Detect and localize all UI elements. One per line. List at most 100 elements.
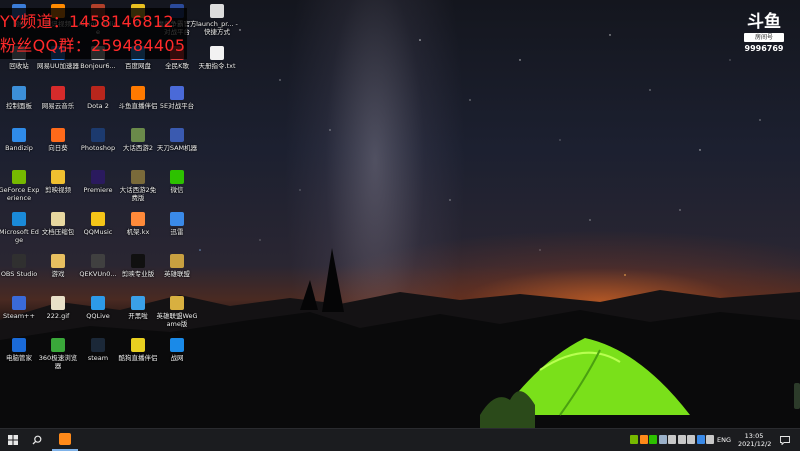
desktop-icon[interactable]: 360极速浏览器 — [37, 338, 79, 370]
desktop-icon[interactable]: 开黑啦 — [117, 296, 159, 320]
qqlive-icon — [91, 296, 105, 310]
lol-icon — [170, 254, 184, 268]
desktop-icon[interactable]: 大话西游2免费版 — [117, 170, 159, 202]
desktop-icon[interactable]: 大话西游2 — [117, 128, 159, 152]
desktop-icon[interactable]: 文档压缩包 — [37, 212, 79, 236]
desktop-icon[interactable]: Photoshop — [77, 128, 119, 152]
desktop-icon[interactable]: OBS Studio — [0, 254, 40, 278]
desktop-icon-label: 酷狗直播伴侣 — [118, 354, 158, 362]
clock[interactable]: 13:05 2021/12/2 — [738, 432, 771, 448]
lol-wegame-icon — [170, 296, 184, 310]
desktop-icon[interactable]: Premiere — [77, 170, 119, 194]
display-tray-icon[interactable] — [687, 435, 695, 444]
5e-icon — [170, 86, 184, 100]
desktop-icon[interactable]: launch_pr... - 快捷方式 — [196, 4, 238, 36]
edge-icon — [12, 212, 26, 226]
desktop-icon[interactable]: Bandizip — [0, 128, 40, 152]
wechat-tray-icon[interactable] — [649, 435, 657, 444]
notification-button[interactable] — [775, 429, 795, 451]
desktop-icon[interactable]: 英雄联盟WeGame版 — [156, 296, 198, 328]
desktop-icon-label: Bonjour6... — [80, 62, 116, 70]
desktop-icon[interactable]: 战网 — [156, 338, 198, 362]
side-panel-handle[interactable] — [794, 383, 800, 409]
desktop-icon-label: GeForce Experience — [0, 186, 40, 202]
desktop-icon[interactable]: 天刀SAM机器 — [156, 128, 198, 152]
desktop-icon-label: 回收站 — [9, 62, 29, 70]
desktop-icon-label: 开黑啦 — [128, 312, 148, 320]
wechat-icon — [170, 170, 184, 184]
desktop-icon-label: QEKVUn0... — [79, 270, 117, 278]
desktop-icon[interactable]: 酷狗直播伴侣 — [117, 338, 159, 362]
desktop-icon[interactable]: 机架.kx — [117, 212, 159, 236]
archive-icon — [51, 212, 65, 226]
desktop-icon-label: OBS Studio — [0, 270, 38, 278]
desktop-icon[interactable]: 向日葵 — [37, 128, 79, 152]
sunflower-icon — [51, 128, 65, 142]
desktop-icon[interactable]: GeForce Experience — [0, 170, 40, 202]
folder-icon — [51, 254, 65, 268]
desktop-icon[interactable]: Dota 2 — [77, 86, 119, 110]
desktop-icon[interactable]: 微信 — [156, 170, 198, 194]
dota2-icon — [91, 86, 105, 100]
steam-icon — [91, 338, 105, 352]
desktop-icon-label: 全民K歌 — [165, 62, 189, 70]
desktop-icon[interactable]: 控制面板 — [0, 86, 40, 110]
desktop-icon-label: 向日葵 — [48, 144, 68, 152]
desktop-icon[interactable]: QQLive — [77, 296, 119, 320]
microphone-tray-icon[interactable] — [668, 435, 676, 444]
obs-icon — [12, 254, 26, 268]
desktop-icon[interactable]: 斗鱼直播伴侣 — [117, 86, 159, 110]
desktop-icon[interactable]: 游戏 — [37, 254, 79, 278]
desktop-icon[interactable]: 5E对战平台 — [156, 86, 198, 110]
search-button[interactable] — [26, 429, 48, 451]
security-tray-icon[interactable] — [696, 435, 705, 444]
desktop-icon[interactable]: 天册指令.txt — [196, 46, 238, 70]
desktop-icon-label: 剪映视频 — [45, 186, 71, 194]
overlay-qq-group: 粉丝QQ群：259484405 — [0, 36, 186, 55]
qqmusic-icon — [91, 212, 105, 226]
overlay-yy-channel: YY频道：1458146812 — [0, 12, 174, 31]
desktop-icon[interactable]: QEKVUn0... — [77, 254, 119, 278]
desktop-icon-label: Premiere — [83, 186, 113, 194]
network-tray-icon[interactable] — [658, 435, 667, 444]
desktop-icon[interactable]: 剪映专业版 — [117, 254, 159, 278]
windows-start-icon — [8, 435, 18, 445]
desktop-icon-label: 文档压缩包 — [41, 228, 75, 236]
dahua2-icon — [131, 128, 145, 142]
desktop-icon[interactable]: 英雄联盟 — [156, 254, 198, 278]
douyu-tray-icon[interactable] — [639, 435, 648, 444]
desktop-icon-label: 战网 — [170, 354, 184, 362]
desktop-icon[interactable]: Steam++ — [0, 296, 40, 320]
desktop-icon[interactable]: 222.gif — [37, 296, 79, 320]
desktop-icon[interactable]: Microsoft Edge — [0, 212, 40, 244]
kaiheila-icon — [131, 296, 145, 310]
desktop-icon[interactable]: 迅雷 — [156, 212, 198, 236]
language-indicator[interactable]: ENG — [717, 429, 731, 451]
desktop-icon-label: 英雄联盟 — [164, 270, 190, 278]
kx-icon — [131, 212, 145, 226]
desktop-icon-label: launch_pr... - 快捷方式 — [196, 20, 238, 36]
desktop-icon-label: 网易UU加速器 — [37, 62, 80, 70]
netease-music-icon — [51, 86, 65, 100]
geforce-icon — [12, 170, 26, 184]
start-button[interactable] — [0, 429, 26, 451]
desktop-icon-label: 222.gif — [46, 312, 70, 320]
taskbar-app-douyu[interactable] — [52, 429, 78, 451]
battlenet-icon — [170, 338, 184, 352]
photoshop-icon — [91, 128, 105, 142]
volume-tray-icon[interactable] — [677, 435, 686, 444]
speaker-tray-icon[interactable] — [706, 435, 714, 444]
desktop-icon[interactable]: 剪映视频 — [37, 170, 79, 194]
pc-manager-icon — [12, 338, 26, 352]
stream-overlay-text: YY频道：1458146812 粉丝QQ群：259484405 — [0, 8, 188, 59]
desktop-icon[interactable]: QQMusic — [77, 212, 119, 236]
desktop-icon-label: 电脑管家 — [6, 354, 32, 362]
unknown-app-icon — [91, 254, 105, 268]
dahua2-free-icon — [131, 170, 145, 184]
desktop-icon-label: 360极速浏览器 — [38, 354, 78, 370]
desktop-icon[interactable]: steam — [77, 338, 119, 362]
desktop-icon-label: 大话西游2 — [122, 144, 154, 152]
desktop-icon[interactable]: 电脑管家 — [0, 338, 40, 362]
desktop-icon[interactable]: 网易云音乐 — [37, 86, 79, 110]
nvidia-tray-icon[interactable] — [630, 435, 638, 444]
